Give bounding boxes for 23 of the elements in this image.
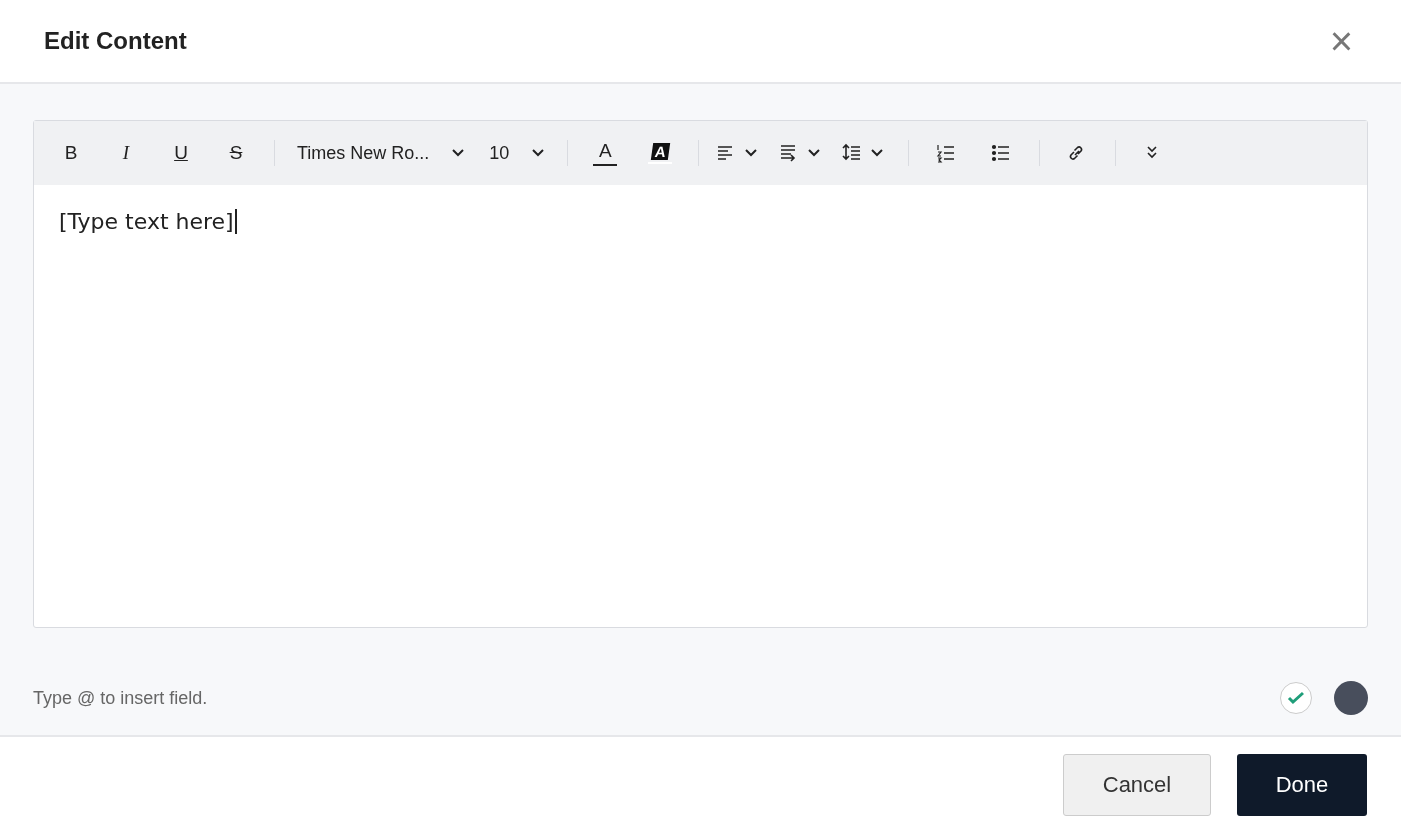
close-button[interactable]: ×: [1325, 21, 1357, 61]
italic-button[interactable]: I: [106, 133, 146, 173]
chevron-down-icon: [807, 148, 822, 158]
editor-text[interactable]: [Type text here]: [59, 209, 237, 234]
bold-button[interactable]: B: [51, 133, 91, 173]
ordered-list-icon: [936, 143, 957, 163]
cancel-button[interactable]: Cancel: [1063, 753, 1211, 816]
font-family-dropdown[interactable]: Times New Ro...: [297, 133, 466, 173]
strike-button[interactable]: S: [216, 133, 256, 173]
chevron-down-icon: [744, 148, 759, 158]
done-button[interactable]: Done: [1237, 753, 1367, 816]
bullet-list-icon: [991, 143, 1012, 163]
underline-button[interactable]: U: [161, 133, 201, 173]
dialog-title: Edit Content: [44, 27, 187, 55]
chevron-down-icon: [870, 148, 885, 158]
line-height-icon: [842, 143, 863, 163]
check-icon: [1287, 691, 1305, 705]
text-color-button[interactable]: A: [585, 133, 626, 173]
chevron-down-icon: [531, 148, 546, 158]
hint-text: Type @ to insert field.: [33, 687, 208, 709]
chevron-down-icon: [451, 148, 466, 158]
highlight-color-button[interactable]: A: [640, 133, 681, 173]
font-size-dropdown[interactable]: 10: [489, 133, 546, 173]
